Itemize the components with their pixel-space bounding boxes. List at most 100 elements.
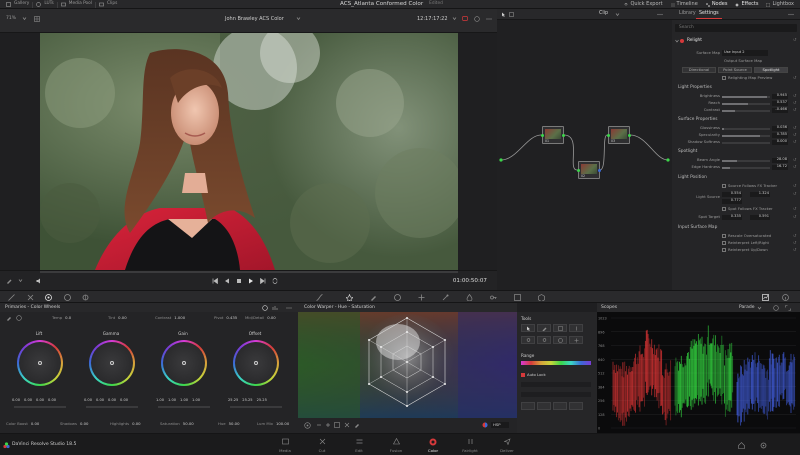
directional-button[interactable]: Directional — [682, 67, 716, 73]
reverse-icon[interactable] — [224, 278, 230, 284]
shadows-param[interactable]: Shadows 0.00 — [60, 422, 88, 426]
auto-lock-toggle[interactable]: Auto Lock — [521, 373, 546, 377]
wipe-icon[interactable] — [474, 16, 480, 22]
pivot-param[interactable]: Pivot 0.435 — [214, 316, 237, 320]
more-options-icon[interactable] — [286, 305, 292, 311]
saturation-param[interactable]: Saturation 50.00 — [160, 422, 194, 426]
color-match-icon[interactable] — [27, 294, 34, 301]
grid-icon[interactable] — [34, 16, 40, 22]
skip-start-icon[interactable] — [212, 278, 218, 284]
viewer-image[interactable] — [40, 33, 458, 270]
pen-tool-button[interactable] — [537, 324, 551, 332]
scope-mode-select[interactable]: Parade — [739, 305, 755, 311]
tool-button-d[interactable] — [569, 402, 583, 410]
expand-icon[interactable] — [785, 305, 791, 311]
tab-settings[interactable]: Settings — [696, 11, 722, 19]
more-options-icon[interactable] — [486, 16, 492, 22]
more-options-icon[interactable] — [657, 12, 663, 17]
more-options-icon[interactable] — [788, 12, 794, 17]
window-icon[interactable] — [394, 294, 401, 301]
volume-icon[interactable] — [36, 278, 42, 284]
range-slider-2[interactable] — [521, 392, 591, 397]
node-01[interactable]: 01 — [541, 126, 565, 144]
contrast-row[interactable]: Contrast -0.466 ↺ — [672, 107, 800, 114]
project-settings-icon[interactable] — [760, 442, 767, 449]
rgb-mixer-icon[interactable] — [64, 294, 71, 301]
page-cut[interactable]: Cut — [306, 436, 338, 455]
top-item-media-pool[interactable]: Media Pool — [69, 2, 92, 7]
chevron-down-icon[interactable] — [615, 12, 620, 17]
light-source-row[interactable]: Light Source 0.554 1.324 0.777 ↺ — [672, 191, 800, 204]
node-mode-select[interactable]: Clip — [599, 11, 608, 17]
pick-icon[interactable] — [354, 422, 360, 428]
hue-param[interactable]: Hue 50.00 — [218, 422, 239, 426]
auto-balance-icon[interactable] — [16, 315, 22, 321]
lift-wheel[interactable]: Lift 0.00 0.00 0.00 0.00 — [4, 327, 74, 418]
unpin-tool-button[interactable] — [537, 336, 551, 344]
resolution-icon[interactable] — [334, 422, 340, 428]
eyedropper-icon[interactable] — [6, 315, 12, 321]
sizing-icon[interactable] — [514, 294, 521, 301]
gamma-wheel[interactable]: Gamma 0.00 0.00 0.00 0.00 — [76, 327, 146, 418]
viewer-zoom[interactable]: 71% — [6, 16, 16, 22]
pen-icon[interactable] — [6, 278, 12, 284]
invert-tool-button[interactable] — [553, 336, 567, 344]
info-icon[interactable] — [782, 294, 789, 301]
page-color[interactable]: Color — [417, 436, 449, 455]
range-slider-1[interactable] — [521, 382, 591, 387]
qualifier-icon[interactable] — [370, 294, 377, 301]
page-fairlight[interactable]: Fairlight — [454, 436, 486, 455]
spotlight-button[interactable]: Spotlight — [754, 67, 788, 73]
relight-preview-row[interactable]: Relighting Map Preview ↺ — [672, 76, 800, 82]
output-surface-map-label[interactable]: Output Surface Map — [724, 59, 762, 63]
node-03[interactable]: 03 — [607, 126, 631, 144]
tool-button-a[interactable] — [521, 402, 535, 410]
highlights-param[interactable]: Highlights 0.00 — [110, 422, 141, 426]
shadow-softness-row[interactable]: Shadow Softness 0.000 ↺ — [672, 139, 800, 146]
minus-icon[interactable] — [316, 422, 322, 428]
settings-search-input[interactable]: Search — [675, 24, 797, 32]
hue-range-bar[interactable] — [521, 361, 591, 365]
surface-map-select[interactable]: Use Input 2 — [722, 50, 768, 56]
pointer-icon[interactable] — [501, 12, 506, 17]
top-lightbox[interactable]: Lightbox — [766, 2, 794, 7]
3d-icon[interactable] — [538, 294, 545, 301]
chevron-down-icon[interactable] — [757, 306, 762, 310]
expand-tool-button[interactable] — [569, 336, 583, 344]
top-item-gallery[interactable]: Gallery — [14, 2, 29, 7]
play-icon[interactable] — [248, 278, 254, 284]
top-nodes[interactable]: Nodes — [706, 2, 727, 7]
tool-button-b[interactable] — [537, 402, 551, 410]
color-wheels-icon[interactable] — [45, 294, 52, 301]
select-tool-button[interactable] — [521, 324, 535, 332]
page-edit[interactable]: Edit — [343, 436, 375, 455]
bars-mode-icon[interactable] — [272, 305, 278, 311]
lum-mix-param[interactable]: Lum Mix 100.00 — [257, 422, 289, 426]
reset-grid-icon[interactable] — [344, 422, 350, 428]
tool-button-c[interactable] — [553, 402, 567, 410]
edge-hardness-row[interactable]: Edge Hardness 16.72 ↺ — [672, 164, 800, 171]
source-follows-row[interactable]: Source Follows FX Tracker ↺ — [672, 184, 800, 190]
home-icon[interactable] — [738, 442, 745, 449]
node-graph[interactable]: 01 02 03 — [497, 20, 672, 290]
top-item-clips[interactable]: Clips — [107, 2, 117, 7]
top-item-luts[interactable]: LUTs — [44, 2, 53, 7]
chevron-down-icon[interactable] — [22, 16, 27, 21]
color-space-select[interactable]: HSP — [491, 422, 509, 428]
chevron-down-icon[interactable] — [452, 16, 457, 21]
top-timeline[interactable]: Timeline — [670, 2, 698, 7]
page-deliver[interactable]: Deliver — [491, 436, 523, 455]
skip-end-icon[interactable] — [260, 278, 266, 284]
temp-param[interactable]: Temp 0.0 — [52, 316, 71, 320]
col-tool-button[interactable] — [569, 324, 583, 332]
key-icon[interactable] — [490, 294, 497, 301]
tint-param[interactable]: Tint 0.00 — [108, 316, 127, 320]
magic-mask-icon[interactable] — [442, 294, 449, 301]
reset-icon[interactable]: ↺ — [793, 38, 797, 43]
viewer-scrubber[interactable] — [40, 271, 458, 273]
color-warper-icon[interactable] — [346, 294, 353, 301]
node-02[interactable]: 02 — [577, 161, 601, 179]
plus-icon[interactable] — [325, 422, 331, 428]
pan-icon[interactable] — [509, 12, 514, 17]
page-media[interactable]: Media — [269, 436, 301, 455]
